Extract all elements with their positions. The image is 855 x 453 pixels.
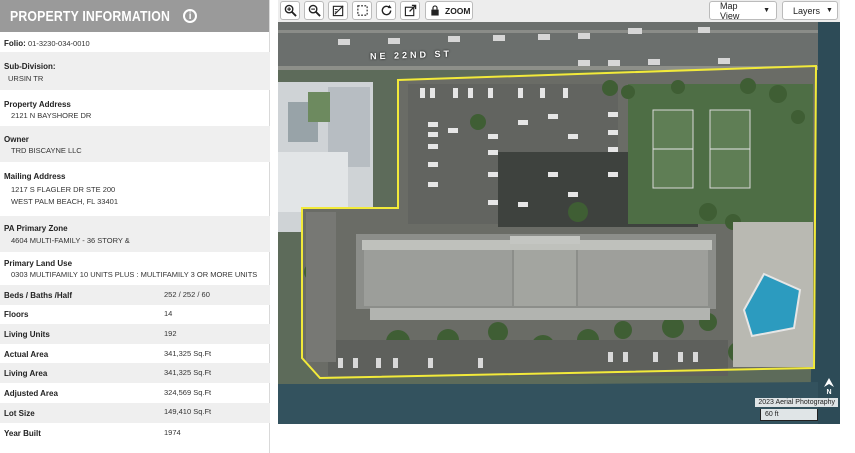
stat-row: Beds / Baths /Half 252 / 252 / 60 [0, 285, 270, 305]
stat-row: Lot Size 149,410 Sq.Ft [0, 403, 270, 423]
subdivision-label: Sub-Division: [4, 62, 56, 71]
stat-value: 192 [164, 329, 177, 338]
layers-label: Layers [793, 5, 821, 16]
stat-value: 252 / 252 / 60 [164, 290, 210, 299]
caret-down-icon: ▼ [826, 7, 833, 14]
stat-label: Living Units [4, 330, 50, 339]
folio-value[interactable]: 01-3230-034-0010 [28, 39, 90, 48]
map-attribution: 2023 Aerial Photography [755, 398, 838, 407]
owner-row: Owner TRD BISCAYNE LLC [0, 126, 270, 162]
stat-row: Floors 14 [0, 305, 270, 324]
stat-value: 341,325 Sq.Ft [164, 349, 212, 358]
stat-row: Adjusted Area 324,569 Sq.Ft [0, 383, 270, 403]
stat-row: Living Area 341,325 Sq.Ft [0, 363, 270, 383]
zone-row: PA Primary Zone 4604 MULTI-FAMILY - 36 S… [0, 216, 270, 252]
mailing-line2: WEST PALM BEACH, FL 33401 [11, 197, 118, 206]
address-label: Property Address [4, 100, 71, 109]
select-area-icon [356, 5, 368, 16]
zoom-label: ZOOM [445, 5, 471, 16]
external-link-icon [404, 4, 416, 17]
measure-button[interactable] [328, 1, 348, 20]
measure-icon [332, 5, 344, 17]
landuse-value: 0303 MULTIFAMILY 10 UNITS PLUS : MULTIFA… [11, 270, 258, 279]
stat-value: 14 [164, 309, 173, 318]
landuse-row: Primary Land Use 0303 MULTIFAMILY 10 UNI… [0, 252, 270, 286]
info-icon[interactable]: i [183, 9, 198, 23]
refresh-icon [381, 4, 392, 16]
map-view-dropdown[interactable]: Map View ▼ [709, 0, 777, 21]
lock-icon [431, 5, 439, 16]
aerial-map[interactable]: NE 22ND ST N 2023 Aerial Photography 60 … [278, 22, 840, 424]
scale-bar: 60 ft [760, 409, 818, 421]
map-view-label: Map View [720, 0, 740, 21]
landuse-label: Primary Land Use [4, 259, 73, 268]
zoom-in-icon [284, 4, 297, 17]
north-arrow-icon [824, 378, 834, 387]
stat-value: 1974 [164, 428, 181, 437]
folio-row: Folio: 01-3230-034-0010 [0, 32, 270, 52]
stat-label: Year Built [4, 429, 41, 438]
stat-row: Living Units 192 [0, 324, 270, 344]
stat-label: Beds / Baths /Half [4, 291, 73, 300]
open-external-button[interactable] [400, 1, 420, 20]
mailing-line1: 1217 S FLAGLER DR STE 200 [11, 185, 116, 194]
stat-row: Actual Area 341,325 Sq.Ft [0, 344, 270, 363]
caret-down-icon: ▼ [763, 7, 770, 14]
panel-header: PROPERTY INFORMATION i [0, 0, 269, 32]
stat-value: 341,325 Sq.Ft [164, 368, 212, 377]
stat-label: Actual Area [4, 350, 49, 359]
stat-value: 149,410 Sq.Ft [164, 407, 212, 416]
stat-row: Year Built 1974 [0, 423, 270, 443]
stat-label: Living Area [4, 369, 48, 378]
subdivision-row: Sub-Division: URSIN TR [0, 52, 270, 90]
stat-label: Adjusted Area [4, 389, 58, 398]
stat-value: 324,569 Sq.Ft [164, 388, 212, 397]
map-toolbar: ZOOM Map View ▼ Layers ▼ [278, 0, 840, 22]
owner-value: TRD BISCAYNE LLC [11, 146, 82, 155]
address-row: Property Address 2121 N BAYSHORE DR [0, 90, 270, 126]
address-value: 2121 N BAYSHORE DR [11, 111, 92, 120]
zoom-out-button[interactable] [304, 1, 324, 20]
panel-title: PROPERTY INFORMATION [10, 7, 171, 25]
zoom-out-icon [308, 4, 321, 17]
north-arrow: N [824, 378, 834, 396]
stat-label: Floors [4, 310, 29, 319]
zone-value: 4604 MULTI-FAMILY - 36 STORY & [11, 236, 130, 245]
property-info-panel: PROPERTY INFORMATION i Folio: 01-3230-03… [0, 0, 270, 453]
aerial-photo [278, 22, 840, 424]
folio-label: Folio: [4, 39, 26, 48]
subdivision-value: URSIN TR [8, 74, 44, 83]
owner-label: Owner [4, 135, 29, 144]
select-area-button[interactable] [352, 1, 372, 20]
north-label: N [826, 389, 832, 396]
refresh-button[interactable] [376, 1, 396, 20]
zone-label: PA Primary Zone [4, 224, 68, 233]
layers-dropdown[interactable]: Layers ▼ [782, 1, 838, 20]
mailing-row: Mailing Address 1217 S FLAGLER DR STE 20… [0, 162, 270, 216]
stat-label: Lot Size [4, 409, 35, 418]
zoom-in-button[interactable] [280, 1, 300, 20]
zoom-lock-button[interactable]: ZOOM [425, 1, 473, 20]
mailing-label: Mailing Address [4, 172, 66, 181]
